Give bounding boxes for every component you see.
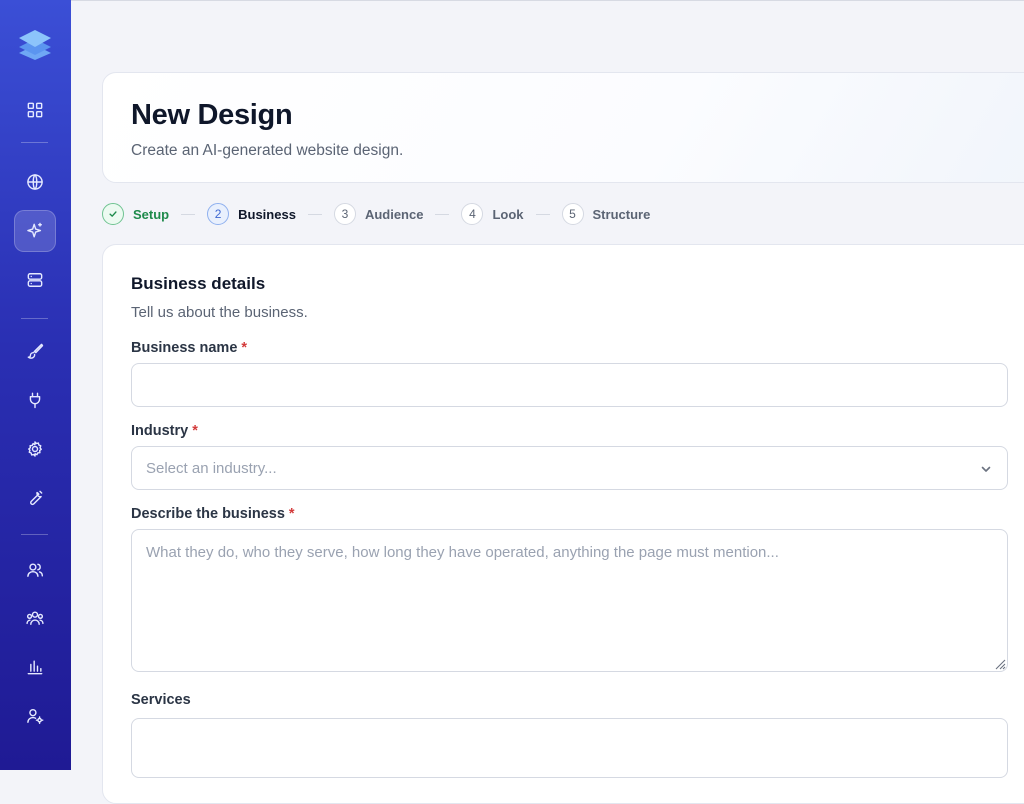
sidebar-item-plugins[interactable] [14,379,56,421]
sidebar-item-users[interactable] [14,549,56,591]
wizard-stepper: Setup 2 Business 3 Audience 4 Look 5 Str… [102,202,650,226]
gear-icon [28,441,42,457]
step-look[interactable]: 4 Look [461,203,524,225]
step-structure[interactable]: 5 Structure [561,203,651,225]
step-number: 3 [333,203,356,225]
sidebar-item-analytics[interactable] [14,646,56,688]
required-marker: * [288,506,295,522]
plug-icon [29,392,41,409]
step-audience[interactable]: 3 Audience [333,203,424,225]
resize-handle-icon[interactable] [992,656,1006,670]
step-setup[interactable]: Setup [102,203,169,225]
description-label: Describe the business * [131,506,295,522]
step-label: Setup [133,206,170,222]
wrench-icon [30,490,43,506]
step-business[interactable]: 2 Business [207,203,296,225]
layers-logo-icon[interactable] [17,27,53,61]
bar-chart-icon [27,660,43,675]
users-icon [27,563,44,577]
team-icon [26,611,44,625]
section-description: Tell us about the business. [131,304,308,321]
label-text: Business name [131,340,238,356]
required-marker: * [241,340,248,356]
step-number: 2 [207,203,230,225]
step-separator [435,213,450,215]
label-text: Industry [131,423,189,439]
industry-select-placeholder: Select an industry... [146,459,277,477]
sidebar-item-themes[interactable] [14,330,56,372]
globe-icon [27,174,43,190]
page-header: New Design Create an AI-generated websit… [102,72,1024,183]
sidebar-divider [21,142,48,143]
sidebar-item-settings[interactable] [14,428,56,470]
grid-icon [27,102,43,118]
page-title: New Design [131,99,293,131]
industry-select[interactable]: Select an industry... [131,446,1008,490]
check-icon [102,203,124,225]
user-settings-icon [27,708,44,725]
top-border [71,0,1024,1]
sidebar-item-tools[interactable] [14,477,56,519]
sidebar-divider [21,318,48,319]
step-separator [535,213,550,215]
business-details-form: Business details Tell us about the busin… [102,244,1024,804]
sidebar-item-teams[interactable] [14,597,56,639]
brush-icon [27,343,44,359]
sidebar-divider [21,534,48,535]
label-text: Describe the business [131,506,285,522]
step-separator [307,213,322,215]
services-input[interactable] [131,718,1008,778]
chevron-down-icon [979,462,993,476]
required-marker: * [192,423,198,439]
step-number: 4 [461,203,484,225]
page-subtitle: Create an AI-generated website design. [131,142,404,159]
step-label: Structure [592,206,651,222]
step-label: Look [492,206,524,222]
step-label: Audience [364,206,424,222]
server-icon [27,273,43,287]
services-label: Services [131,692,191,708]
sidebar-item-dashboard[interactable] [14,89,56,131]
business-name-label: Business name * [131,340,247,356]
step-label: Business [238,206,296,222]
sidebar-item-servers[interactable] [14,259,56,301]
industry-label: Industry * [131,423,198,439]
step-separator [181,213,196,215]
label-text: Services [131,692,191,708]
section-title: Business details [131,274,266,293]
sparkle-icon [27,222,42,238]
business-name-input[interactable] [131,363,1008,407]
step-number: 5 [561,203,584,225]
sidebar-item-ai-design[interactable] [14,210,56,252]
sidebar-item-sites[interactable] [14,161,56,203]
business-description-textarea[interactable] [131,529,1008,672]
sidebar [0,0,71,770]
sidebar-item-account-settings[interactable] [14,695,56,737]
